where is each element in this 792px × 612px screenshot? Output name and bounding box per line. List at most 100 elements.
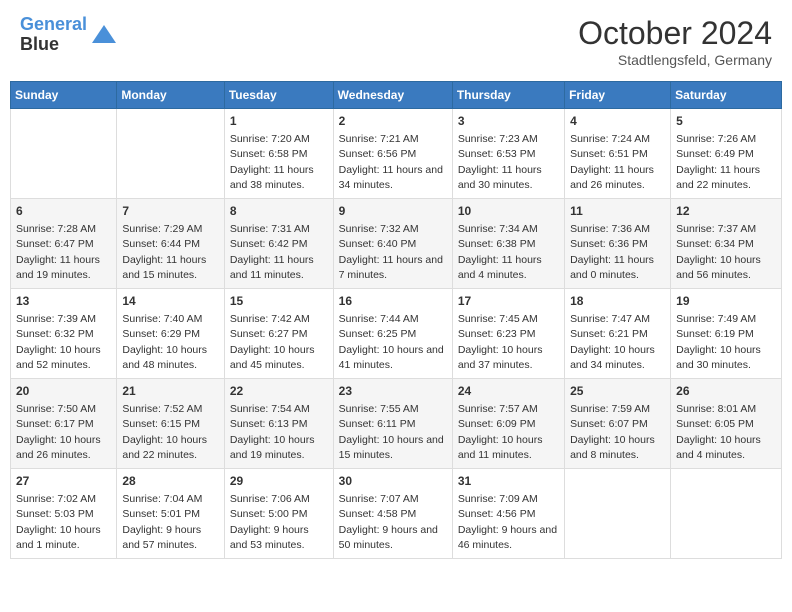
- calendar-cell: 12Sunrise: 7:37 AMSunset: 6:34 PMDayligh…: [671, 199, 782, 289]
- day-info: Sunrise: 7:45 AMSunset: 6:23 PMDaylight:…: [458, 313, 543, 371]
- day-info: Sunrise: 7:50 AMSunset: 6:17 PMDaylight:…: [16, 403, 101, 461]
- day-number: 29: [230, 473, 328, 490]
- calendar-cell: 1Sunrise: 7:20 AMSunset: 6:58 PMDaylight…: [224, 109, 333, 199]
- calendar-cell: 30Sunrise: 7:07 AMSunset: 4:58 PMDayligh…: [333, 469, 452, 559]
- day-number: 5: [676, 113, 776, 130]
- day-info: Sunrise: 7:24 AMSunset: 6:51 PMDaylight:…: [570, 133, 654, 191]
- day-info: Sunrise: 7:47 AMSunset: 6:21 PMDaylight:…: [570, 313, 655, 371]
- day-number: 19: [676, 293, 776, 310]
- day-info: Sunrise: 7:49 AMSunset: 6:19 PMDaylight:…: [676, 313, 761, 371]
- calendar-cell: 26 Sunrise: 8:01 AMSunset: 6:05 PMDayligh…: [671, 379, 782, 469]
- logo: GeneralBlue: [20, 15, 118, 55]
- day-number: 8: [230, 203, 328, 220]
- day-info: Sunrise: 7:09 AMSunset: 4:56 PMDaylight:…: [458, 493, 557, 551]
- day-number: 9: [339, 203, 447, 220]
- day-info: Sunrise: 7:21 AMSunset: 6:56 PMDaylight:…: [339, 133, 443, 191]
- day-number: 22: [230, 383, 328, 400]
- day-number: 26: [676, 383, 776, 400]
- calendar-cell: 27 Sunrise: 7:02 AMSunset: 5:03 PMDayligh…: [11, 469, 117, 559]
- calendar-cell: 10 Sunrise: 7:34 AMSunset: 6:38 PMDayligh…: [452, 199, 564, 289]
- day-info: Sunrise: 8:01 AMSunset: 6:05 PMDaylight:…: [676, 403, 761, 461]
- calendar-header: SundayMondayTuesdayWednesdayThursdayFrid…: [11, 82, 782, 109]
- day-number: 18: [570, 293, 665, 310]
- day-info: Sunrise: 7:02 AMSunset: 5:03 PMDaylight:…: [16, 493, 101, 551]
- weekday-header: Friday: [565, 82, 671, 109]
- day-info: Sunrise: 7:42 AMSunset: 6:27 PMDaylight:…: [230, 313, 315, 371]
- day-number: 20: [16, 383, 111, 400]
- day-info: Sunrise: 7:52 AMSunset: 6:15 PMDaylight:…: [122, 403, 207, 461]
- day-info: Sunrise: 7:55 AMSunset: 6:11 PMDaylight:…: [339, 403, 444, 461]
- day-number: 24: [458, 383, 559, 400]
- calendar-cell: 5 Sunrise: 7:26 AMSunset: 6:49 PMDaylight…: [671, 109, 782, 199]
- day-number: 13: [16, 293, 111, 310]
- weekday-header: Wednesday: [333, 82, 452, 109]
- logo-icon: [90, 21, 118, 49]
- calendar-cell: 24Sunrise: 7:57 AMSunset: 6:09 PMDayligh…: [452, 379, 564, 469]
- day-info: Sunrise: 7:31 AMSunset: 6:42 PMDaylight:…: [230, 223, 314, 281]
- calendar-cell: 4 Sunrise: 7:24 AMSunset: 6:51 PMDaylight…: [565, 109, 671, 199]
- page-header: GeneralBlue October 2024 Stadtlengsfeld,…: [10, 10, 782, 73]
- day-number: 2: [339, 113, 447, 130]
- calendar-cell: [117, 109, 224, 199]
- day-info: Sunrise: 7:54 AMSunset: 6:13 PMDaylight:…: [230, 403, 315, 461]
- calendar-week-row: 1Sunrise: 7:20 AMSunset: 6:58 PMDaylight…: [11, 109, 782, 199]
- calendar-cell: 16 Sunrise: 7:44 AMSunset: 6:25 PMDayligh…: [333, 289, 452, 379]
- calendar-cell: [11, 109, 117, 199]
- day-info: Sunrise: 7:26 AMSunset: 6:49 PMDaylight:…: [676, 133, 760, 191]
- day-info: Sunrise: 7:44 AMSunset: 6:25 PMDaylight:…: [339, 313, 444, 371]
- day-info: Sunrise: 7:36 AMSunset: 6:36 PMDaylight:…: [570, 223, 654, 281]
- day-number: 11: [570, 203, 665, 220]
- calendar-cell: 31Sunrise: 7:09 AMSunset: 4:56 PMDayligh…: [452, 469, 564, 559]
- day-number: 3: [458, 113, 559, 130]
- day-info: Sunrise: 7:23 AMSunset: 6:53 PMDaylight:…: [458, 133, 542, 191]
- day-number: 21: [122, 383, 218, 400]
- calendar-cell: 14Sunrise: 7:40 AMSunset: 6:29 PMDayligh…: [117, 289, 224, 379]
- day-info: Sunrise: 7:59 AMSunset: 6:07 PMDaylight:…: [570, 403, 655, 461]
- calendar-week-row: 20 Sunrise: 7:50 AMSunset: 6:17 PMDayligh…: [11, 379, 782, 469]
- calendar-cell: 18 Sunrise: 7:47 AMSunset: 6:21 PMDayligh…: [565, 289, 671, 379]
- month-title: October 2024: [578, 15, 772, 52]
- calendar-cell: 17 Sunrise: 7:45 AMSunset: 6:23 PMDayligh…: [452, 289, 564, 379]
- day-number: 4: [570, 113, 665, 130]
- calendar-cell: 9Sunrise: 7:32 AMSunset: 6:40 PMDaylight…: [333, 199, 452, 289]
- calendar-cell: [671, 469, 782, 559]
- weekday-header: Sunday: [11, 82, 117, 109]
- day-number: 15: [230, 293, 328, 310]
- calendar-cell: 2 Sunrise: 7:21 AMSunset: 6:56 PMDaylight…: [333, 109, 452, 199]
- day-info: Sunrise: 7:28 AMSunset: 6:47 PMDaylight:…: [16, 223, 100, 281]
- title-block: October 2024 Stadtlengsfeld, Germany: [578, 15, 772, 68]
- weekday-header: Thursday: [452, 82, 564, 109]
- calendar-cell: 11 Sunrise: 7:36 AMSunset: 6:36 PMDayligh…: [565, 199, 671, 289]
- calendar-week-row: 6Sunrise: 7:28 AMSunset: 6:47 PMDaylight…: [11, 199, 782, 289]
- calendar-cell: [565, 469, 671, 559]
- day-info: Sunrise: 7:40 AMSunset: 6:29 PMDaylight:…: [122, 313, 207, 371]
- logo-text: GeneralBlue: [20, 15, 87, 55]
- weekday-header: Tuesday: [224, 82, 333, 109]
- calendar-week-row: 27 Sunrise: 7:02 AMSunset: 5:03 PMDayligh…: [11, 469, 782, 559]
- weekday-header: Saturday: [671, 82, 782, 109]
- calendar-cell: 7Sunrise: 7:29 AMSunset: 6:44 PMDaylight…: [117, 199, 224, 289]
- calendar-cell: 29Sunrise: 7:06 AMSunset: 5:00 PMDayligh…: [224, 469, 333, 559]
- calendar-week-row: 13 Sunrise: 7:39 AMSunset: 6:32 PMDayligh…: [11, 289, 782, 379]
- day-number: 12: [676, 203, 776, 220]
- day-info: Sunrise: 7:39 AMSunset: 6:32 PMDaylight:…: [16, 313, 101, 371]
- calendar-cell: 28Sunrise: 7:04 AMSunset: 5:01 PMDayligh…: [117, 469, 224, 559]
- day-number: 1: [230, 113, 328, 130]
- day-number: 23: [339, 383, 447, 400]
- day-number: 16: [339, 293, 447, 310]
- calendar-cell: 8 Sunrise: 7:31 AMSunset: 6:42 PMDaylight…: [224, 199, 333, 289]
- calendar-cell: 22 Sunrise: 7:54 AMSunset: 6:13 PMDayligh…: [224, 379, 333, 469]
- day-info: Sunrise: 7:07 AMSunset: 4:58 PMDaylight:…: [339, 493, 438, 551]
- day-number: 10: [458, 203, 559, 220]
- calendar-cell: 20 Sunrise: 7:50 AMSunset: 6:17 PMDayligh…: [11, 379, 117, 469]
- day-info: Sunrise: 7:34 AMSunset: 6:38 PMDaylight:…: [458, 223, 542, 281]
- day-number: 17: [458, 293, 559, 310]
- weekday-header: Monday: [117, 82, 224, 109]
- day-number: 27: [16, 473, 111, 490]
- calendar-cell: 19 Sunrise: 7:49 AMSunset: 6:19 PMDayligh…: [671, 289, 782, 379]
- day-number: 7: [122, 203, 218, 220]
- location-subtitle: Stadtlengsfeld, Germany: [578, 52, 772, 68]
- calendar-cell: 13 Sunrise: 7:39 AMSunset: 6:32 PMDayligh…: [11, 289, 117, 379]
- calendar-body: 1Sunrise: 7:20 AMSunset: 6:58 PMDaylight…: [11, 109, 782, 559]
- day-info: Sunrise: 7:04 AMSunset: 5:01 PMDaylight:…: [122, 493, 202, 551]
